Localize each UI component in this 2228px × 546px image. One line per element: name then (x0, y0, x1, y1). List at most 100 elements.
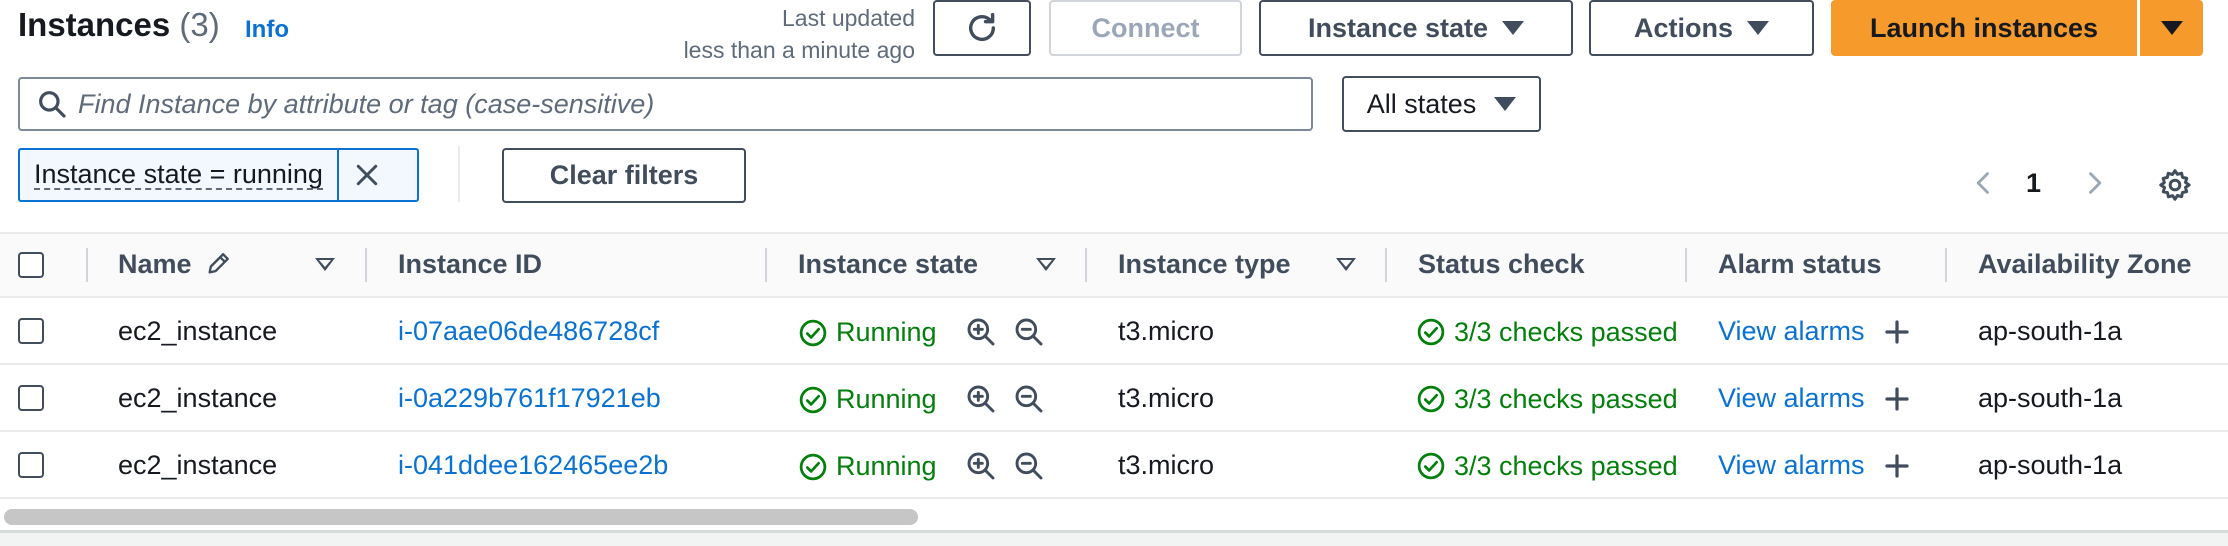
caret-down-icon (2160, 21, 2183, 35)
connect-button[interactable]: Connect (1049, 0, 1242, 56)
launch-instances-label: Launch instances (1869, 12, 2099, 43)
actions-label: Actions (1633, 12, 1733, 43)
search-bar[interactable] (18, 77, 1313, 131)
refresh-icon (968, 12, 996, 41)
states-select[interactable]: All states (1342, 76, 1541, 132)
table-row[interactable]: ec2_instance i-0a229b761f17921eb Running… (0, 365, 2228, 432)
column-divider (765, 248, 767, 282)
add-icon[interactable] (1882, 451, 1912, 481)
instance-state-badge: Running (798, 451, 937, 482)
caret-down-icon (1494, 97, 1517, 111)
instance-id-link[interactable]: i-07aae06de486728cf (398, 316, 659, 347)
add-icon[interactable] (1882, 317, 1912, 347)
column-header-status-check[interactable]: Status check (1418, 249, 1585, 280)
scrollbar-thumb[interactable] (4, 509, 918, 525)
column-header-instance-type[interactable]: Instance type (1118, 249, 1291, 280)
clear-filters-button[interactable]: Clear filters (502, 148, 746, 203)
close-icon (356, 164, 378, 186)
check-circle-icon (799, 319, 827, 346)
launch-options-button[interactable] (2140, 0, 2203, 56)
sort-caret-icon[interactable] (1336, 258, 1356, 271)
sort-caret-icon[interactable] (1036, 258, 1056, 271)
row-checkbox[interactable] (18, 318, 44, 344)
status-check-text: 3/3 checks passed (1454, 316, 1678, 347)
table-row[interactable]: ec2_instance i-07aae06de486728cf Running… (0, 298, 2228, 365)
instance-state-text: Running (836, 317, 937, 347)
column-header-instance-id[interactable]: Instance ID (398, 249, 542, 280)
column-header-name-label: Name (118, 249, 192, 279)
instance-state-dropdown[interactable]: Instance state (1259, 0, 1573, 56)
status-check[interactable]: 3/3 checks passed (1416, 381, 1684, 417)
last-updated-text: Last updated less than a minute ago (640, 2, 915, 66)
check-circle-icon (799, 386, 827, 413)
status-check[interactable]: 3/3 checks passed (1416, 314, 1684, 350)
column-divider (1385, 248, 1387, 282)
row-checkbox[interactable] (18, 452, 44, 478)
column-divider (1085, 248, 1087, 282)
search-input[interactable] (76, 87, 1280, 121)
connect-label: Connect (1091, 12, 1200, 43)
instance-state-badge: Running (798, 384, 937, 415)
view-alarms-link[interactable]: View alarms (1718, 450, 1865, 481)
zoom-in-icon[interactable] (965, 316, 997, 348)
instance-id-link[interactable]: i-041ddee162465ee2b (398, 450, 668, 481)
instance-name: ec2_instance (118, 383, 278, 413)
footer-bar (0, 533, 2228, 546)
launch-instances-button[interactable]: Launch instances (1831, 0, 2137, 56)
page-title: Instances (3) (18, 6, 220, 44)
info-link[interactable]: Info (245, 16, 289, 44)
chevron-left-icon[interactable] (1970, 167, 1998, 199)
filter-token-text: Instance state = running (34, 159, 323, 190)
status-check-text: 3/3 checks passed (1454, 383, 1678, 414)
add-icon[interactable] (1882, 384, 1912, 414)
zoom-out-icon[interactable] (1013, 316, 1045, 348)
refresh-button[interactable] (933, 0, 1031, 56)
instance-type: t3.micro (1118, 316, 1215, 346)
column-header-name[interactable]: Name (118, 249, 233, 280)
page-title-text: Instances (18, 6, 171, 43)
sort-caret-icon[interactable] (315, 258, 335, 271)
zoom-out-icon[interactable] (1013, 450, 1045, 482)
actions-dropdown[interactable]: Actions (1589, 0, 1814, 56)
row-checkbox[interactable] (18, 385, 44, 411)
table-row[interactable]: ec2_instance i-041ddee162465ee2b Running… (0, 432, 2228, 499)
column-header-instance-state[interactable]: Instance state (798, 249, 978, 280)
filter-token-label[interactable]: Instance state = running (20, 150, 339, 200)
column-divider (1945, 248, 1947, 282)
instance-type: t3.micro (1118, 450, 1215, 480)
instance-state-badge: Running (798, 317, 937, 348)
zoom-out-icon[interactable] (1013, 383, 1045, 415)
instance-type: t3.micro (1118, 383, 1215, 413)
gear-icon[interactable] (2157, 167, 2193, 203)
edit-icon (208, 253, 229, 274)
column-divider (365, 248, 367, 282)
availability-zone: ap-south-1a (1978, 383, 2123, 413)
availability-zone: ap-south-1a (1978, 450, 2123, 480)
column-header-availability-zone[interactable]: Availability Zone (1978, 249, 2192, 280)
remove-filter-button[interactable] (339, 150, 395, 200)
view-alarms-link[interactable]: View alarms (1718, 383, 1865, 414)
instance-state-label: Instance state (1307, 12, 1489, 43)
view-alarms-link[interactable]: View alarms (1718, 316, 1865, 347)
status-check[interactable]: 3/3 checks passed (1416, 448, 1684, 484)
instance-state-text: Running (836, 384, 937, 414)
zoom-in-icon[interactable] (965, 450, 997, 482)
zoom-in-icon[interactable] (965, 383, 997, 415)
states-select-value: All states (1366, 88, 1477, 119)
instance-name: ec2_instance (118, 316, 278, 346)
chevron-right-icon[interactable] (2080, 167, 2108, 199)
current-page[interactable]: 1 (2026, 168, 2041, 199)
instance-id-link[interactable]: i-0a229b761f17921eb (398, 383, 661, 414)
check-circle-icon (799, 453, 827, 480)
column-divider (1685, 248, 1687, 282)
instance-count: (3) (179, 6, 220, 43)
check-circle-icon (1417, 452, 1445, 480)
column-divider (86, 248, 88, 282)
status-check-text: 3/3 checks passed (1454, 450, 1678, 481)
select-all-checkbox[interactable] (18, 252, 44, 278)
search-icon (39, 91, 66, 118)
column-header-alarm-status[interactable]: Alarm status (1718, 249, 1882, 280)
instance-state-text: Running (836, 451, 937, 481)
last-updated-line2: less than a minute ago (683, 37, 915, 63)
availability-zone: ap-south-1a (1978, 316, 2123, 346)
